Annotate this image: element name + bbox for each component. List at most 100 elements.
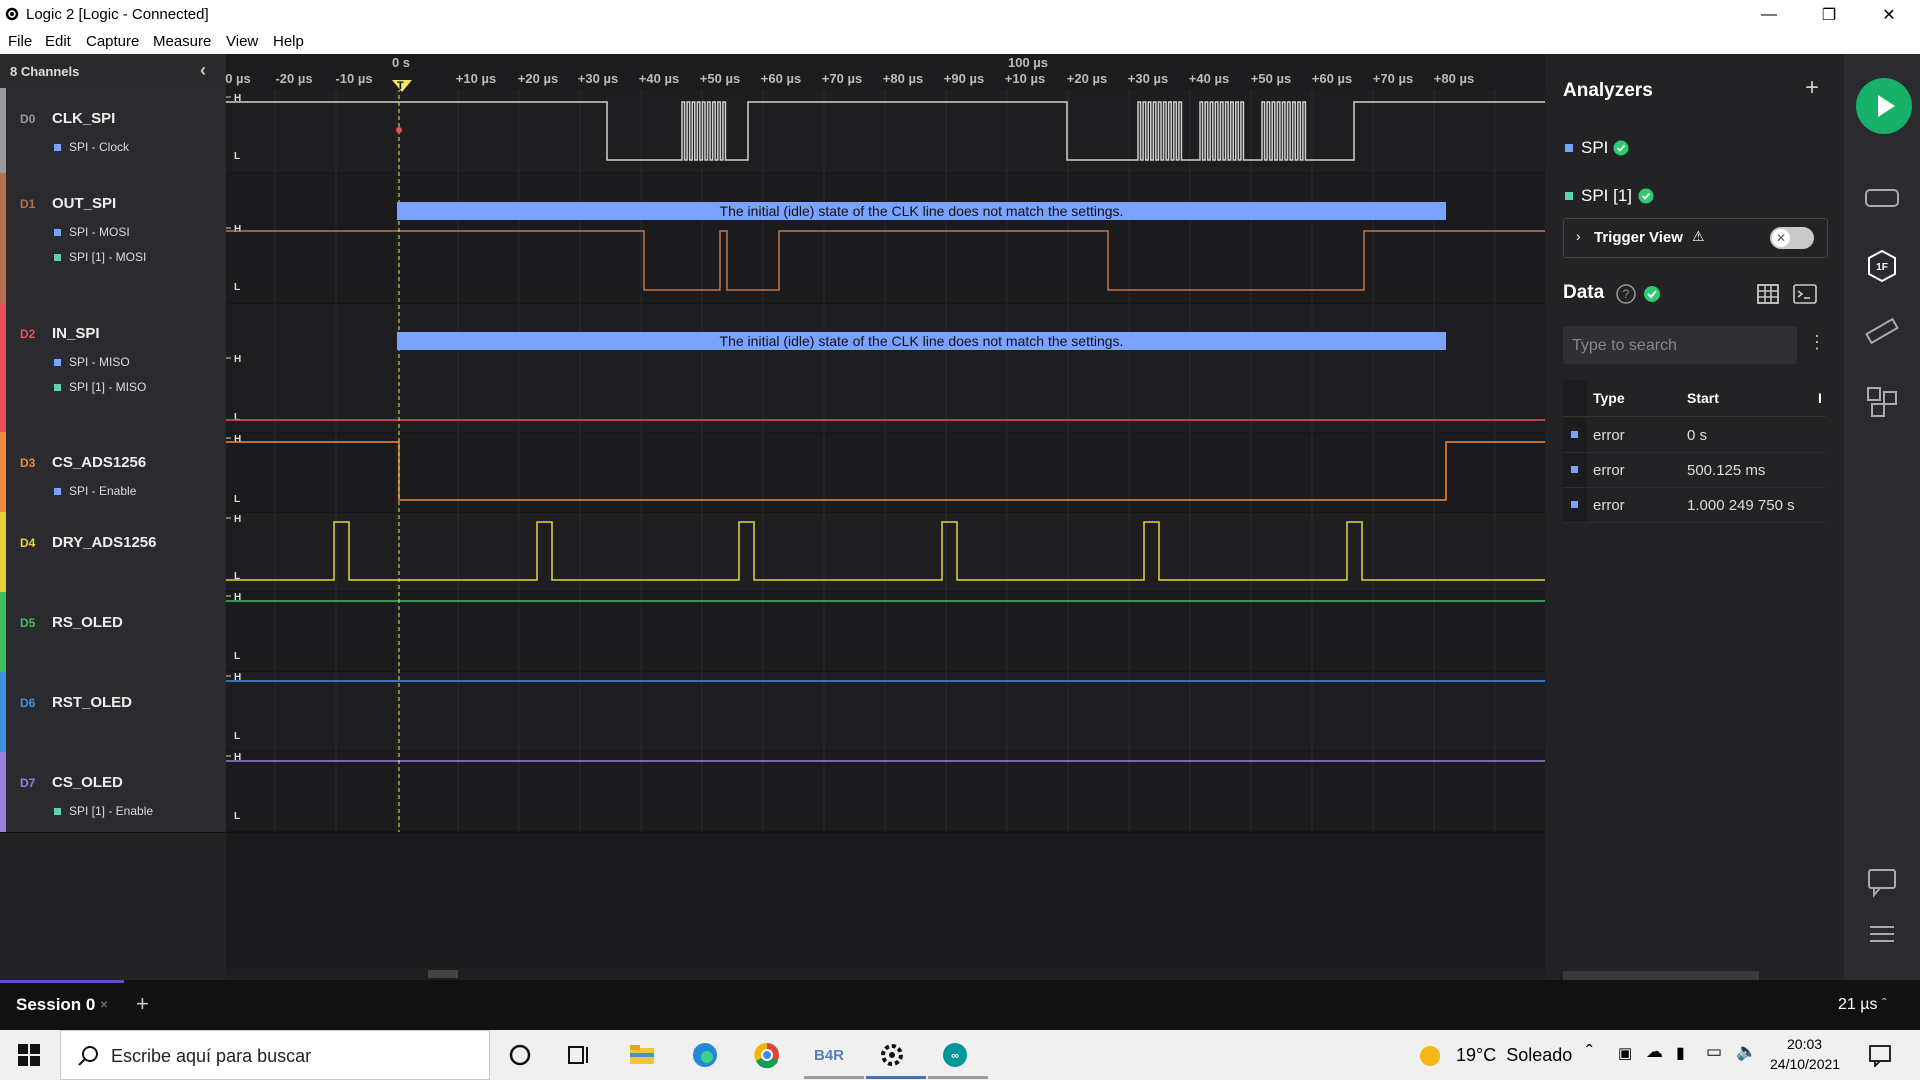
minimize-icon[interactable]: — bbox=[1746, 0, 1792, 30]
cortana-icon[interactable] bbox=[505, 1040, 535, 1070]
hamburger-menu-icon[interactable] bbox=[1864, 916, 1900, 952]
table-view-icon[interactable] bbox=[1756, 283, 1780, 305]
channel-name[interactable]: CS_OLED bbox=[52, 774, 123, 791]
edge-browser-icon[interactable] bbox=[690, 1040, 720, 1070]
menu-capture[interactable]: Capture bbox=[86, 33, 139, 50]
menu-file[interactable]: File bbox=[8, 33, 32, 50]
waveform-area[interactable]: HLHLHLHLHLHLHLHL bbox=[226, 54, 1545, 980]
channel-row-rst_oled[interactable]: D6 RST_OLED bbox=[0, 672, 226, 753]
close-session-icon[interactable]: × bbox=[100, 996, 108, 1012]
menu-measure[interactable]: Measure bbox=[153, 33, 211, 50]
channels-count: 8 Channels bbox=[10, 64, 80, 79]
close-icon[interactable]: ✕ bbox=[1866, 0, 1912, 30]
menu-bar: File Edit Capture Measure View Help bbox=[0, 30, 1920, 54]
trigger-toggle[interactable]: ✕ bbox=[1770, 227, 1814, 249]
analyzer-item[interactable]: SPI [1] bbox=[1563, 184, 1803, 208]
channel-name[interactable]: CLK_SPI bbox=[52, 110, 115, 127]
analyzer-item[interactable]: SPI bbox=[1563, 136, 1803, 160]
clock-date[interactable]: 24/10/2021 bbox=[1770, 1056, 1840, 1072]
chrome-browser-icon[interactable] bbox=[752, 1040, 782, 1070]
layout-icon[interactable] bbox=[1864, 384, 1900, 420]
analyzer-color-square bbox=[54, 384, 61, 392]
help-icon[interactable]: ? bbox=[1615, 283, 1637, 305]
ruler-tick-label: +20 µs bbox=[1066, 71, 1108, 86]
plus-icon[interactable]: + bbox=[1805, 74, 1819, 102]
idle-state-error-bar[interactable]: The initial (idle) state of the CLK line… bbox=[397, 202, 1446, 220]
network-icon[interactable]: ▭ bbox=[1706, 1042, 1722, 1062]
ruler-tick-label: +80 µs bbox=[1433, 71, 1475, 86]
channel-name[interactable]: IN_SPI bbox=[52, 325, 100, 342]
channel-row-out_spi[interactable]: D1 OUT_SPI SPI - MOSI SPI [1] - MOSI bbox=[0, 173, 226, 304]
table-row[interactable]: error 1.000 249 750 s bbox=[1563, 488, 1826, 523]
weather-text[interactable]: 19°C Soleado bbox=[1456, 1045, 1572, 1066]
col-type[interactable]: Type bbox=[1593, 390, 1625, 406]
window-title-bar: Logic 2 [Logic - Connected] — ❐ ✕ bbox=[0, 0, 1920, 30]
channel-row-cs_oled[interactable]: D7 CS_OLED SPI [1] - Enable bbox=[0, 752, 226, 833]
zoom-level[interactable]: 21 µs bbox=[1838, 996, 1877, 1014]
low-level-label: L bbox=[234, 282, 240, 293]
feedback-icon[interactable] bbox=[1864, 864, 1900, 900]
session-tab[interactable]: Session 0 bbox=[16, 995, 95, 1015]
row-color-square bbox=[1571, 466, 1578, 473]
channel-row-rs_oled[interactable]: D5 RS_OLED bbox=[0, 592, 226, 673]
horizontal-scrollbar[interactable] bbox=[226, 968, 1545, 980]
taskbar-search[interactable]: Escribe aquí para buscar bbox=[60, 1030, 490, 1080]
menu-edit[interactable]: Edit bbox=[45, 33, 71, 50]
channel-row-in_spi[interactable]: D2 IN_SPI SPI - MISO SPI [1] - MISO bbox=[0, 303, 226, 433]
terminal-view-icon[interactable] bbox=[1793, 283, 1817, 305]
logic-taskbar-icon[interactable] bbox=[877, 1040, 907, 1070]
more-options-icon[interactable]: ⋮ bbox=[1808, 332, 1826, 353]
trigger-view-label: Trigger View bbox=[1594, 229, 1683, 246]
channel-row-cs_ads1256[interactable]: D3 CS_ADS1256 SPI - Enable bbox=[0, 432, 226, 513]
table-row[interactable]: error 0 s bbox=[1563, 418, 1826, 453]
channel-name[interactable]: OUT_SPI bbox=[52, 195, 116, 212]
row-type: error bbox=[1593, 497, 1625, 514]
search-input[interactable]: Type to search bbox=[1563, 326, 1797, 364]
ruler-tick-label: +30 µs bbox=[577, 71, 619, 86]
tray-chevron-up-icon[interactable]: ˆ bbox=[1586, 1042, 1593, 1065]
channel-name[interactable]: DRY_ADS1256 bbox=[52, 534, 157, 551]
col-start[interactable]: Start bbox=[1687, 390, 1719, 406]
menu-view[interactable]: View bbox=[226, 33, 258, 50]
channel-row-dry_ads1256[interactable]: D4 DRY_ADS1256 bbox=[0, 512, 226, 593]
extensions-icon[interactable]: 1F bbox=[1864, 248, 1900, 284]
waveform-canvas[interactable]: HLHLHLHLHLHLHLHL bbox=[226, 54, 1545, 980]
channel-name[interactable]: RS_OLED bbox=[52, 614, 123, 631]
collapse-chevron-icon[interactable]: ‹ bbox=[200, 60, 206, 81]
start-capture-button[interactable] bbox=[1856, 78, 1912, 134]
ruler-tick-label: +80 µs bbox=[882, 71, 924, 86]
channel-color-stripe bbox=[0, 672, 6, 752]
analyzers-icon[interactable] bbox=[1864, 180, 1900, 216]
channel-row-clk_spi[interactable]: D0 CLK_SPI SPI - Clock bbox=[0, 88, 226, 174]
row-type: error bbox=[1593, 427, 1625, 444]
onedrive-cloud-icon[interactable]: ☁ bbox=[1646, 1042, 1663, 1062]
windows-start-icon[interactable] bbox=[18, 1044, 40, 1066]
time-ruler[interactable]: 0 s 100 µs 0 µs -20 µs -10 µs +10 µs +20 µs +… bbox=[225, 54, 1545, 92]
volume-icon[interactable]: 🔈 bbox=[1736, 1042, 1757, 1062]
tray-device-icon[interactable]: ▣ bbox=[1618, 1044, 1632, 1062]
search-placeholder: Type to search bbox=[1572, 337, 1677, 354]
add-session-icon[interactable]: + bbox=[136, 991, 149, 1017]
data-scrollbar[interactable] bbox=[1563, 971, 1759, 980]
restore-icon[interactable]: ❐ bbox=[1806, 0, 1852, 30]
file-explorer-icon[interactable] bbox=[627, 1040, 657, 1070]
arduino-icon[interactable]: ∞ bbox=[940, 1040, 970, 1070]
b4r-app-icon[interactable]: B4R bbox=[814, 1040, 844, 1070]
col-third[interactable]: I bbox=[1818, 390, 1822, 406]
table-row[interactable]: error 500.125 ms bbox=[1563, 453, 1826, 488]
chevron-up-icon[interactable]: ˆ bbox=[1882, 995, 1887, 1011]
clock-time[interactable]: 20:03 bbox=[1787, 1036, 1822, 1052]
measure-ruler-icon[interactable] bbox=[1864, 314, 1900, 350]
analyzer-color-square bbox=[1565, 144, 1573, 152]
low-level-label: L bbox=[234, 151, 240, 162]
task-view-icon[interactable] bbox=[564, 1040, 594, 1070]
trigger-view-row[interactable]: › Trigger View ⚠ ✕ bbox=[1563, 218, 1828, 258]
battery-icon[interactable]: ▮ bbox=[1676, 1043, 1685, 1063]
idle-state-error-bar[interactable]: The initial (idle) state of the CLK line… bbox=[397, 332, 1446, 350]
channel-name[interactable]: RST_OLED bbox=[52, 694, 132, 711]
channel-name[interactable]: CS_ADS1256 bbox=[52, 454, 146, 471]
menu-help[interactable]: Help bbox=[273, 33, 304, 50]
scroll-thumb[interactable] bbox=[428, 970, 458, 978]
analyzer-color-square bbox=[54, 144, 61, 152]
notifications-icon[interactable] bbox=[1868, 1043, 1892, 1067]
